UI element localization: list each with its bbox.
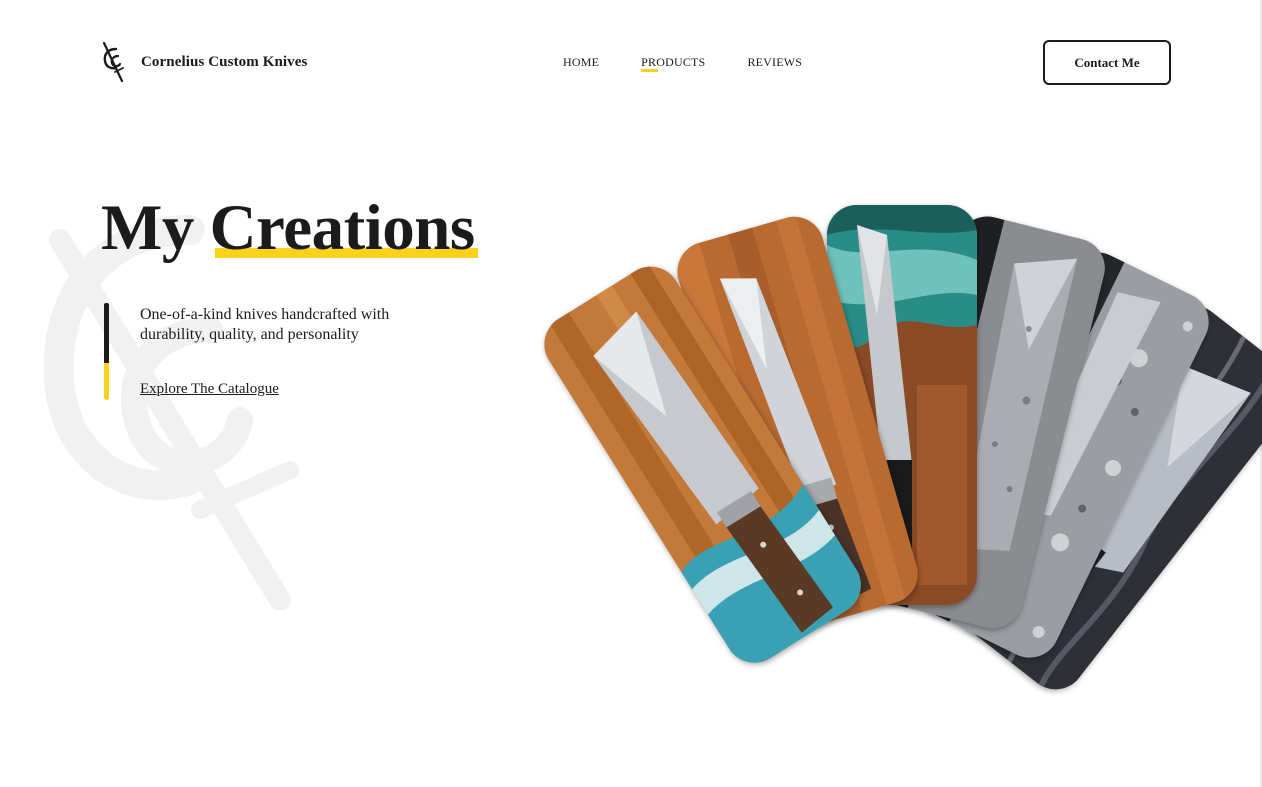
hero-tagline: One-of-a-kind knives handcrafted with du… xyxy=(140,306,390,343)
page-title: My Creations xyxy=(101,196,478,261)
title-word: My xyxy=(101,192,194,264)
nav-reviews[interactable]: REVIEWS xyxy=(747,55,802,70)
brand-name: Cornelius Custom Knives xyxy=(141,53,308,70)
accent-bar-dark xyxy=(104,303,109,363)
main-nav: HOME PRODUCTS REVIEWS xyxy=(563,55,802,72)
explore-catalogue-link[interactable]: Explore The Catalogue xyxy=(140,381,279,398)
accent-bar-yellow xyxy=(104,363,109,400)
monogram-watermark xyxy=(40,210,300,615)
title-highlight-word: Creations xyxy=(210,196,478,261)
brand-logo[interactable]: Cornelius Custom Knives xyxy=(101,41,307,83)
nav-products[interactable]: PRODUCTS xyxy=(641,55,705,72)
knife-gallery-fan xyxy=(532,195,1262,702)
cc-monogram-icon xyxy=(102,41,124,83)
title-highlight-text: Creations xyxy=(209,192,476,264)
contact-button[interactable]: Contact Me xyxy=(1043,40,1171,85)
nav-home[interactable]: HOME xyxy=(563,55,599,70)
